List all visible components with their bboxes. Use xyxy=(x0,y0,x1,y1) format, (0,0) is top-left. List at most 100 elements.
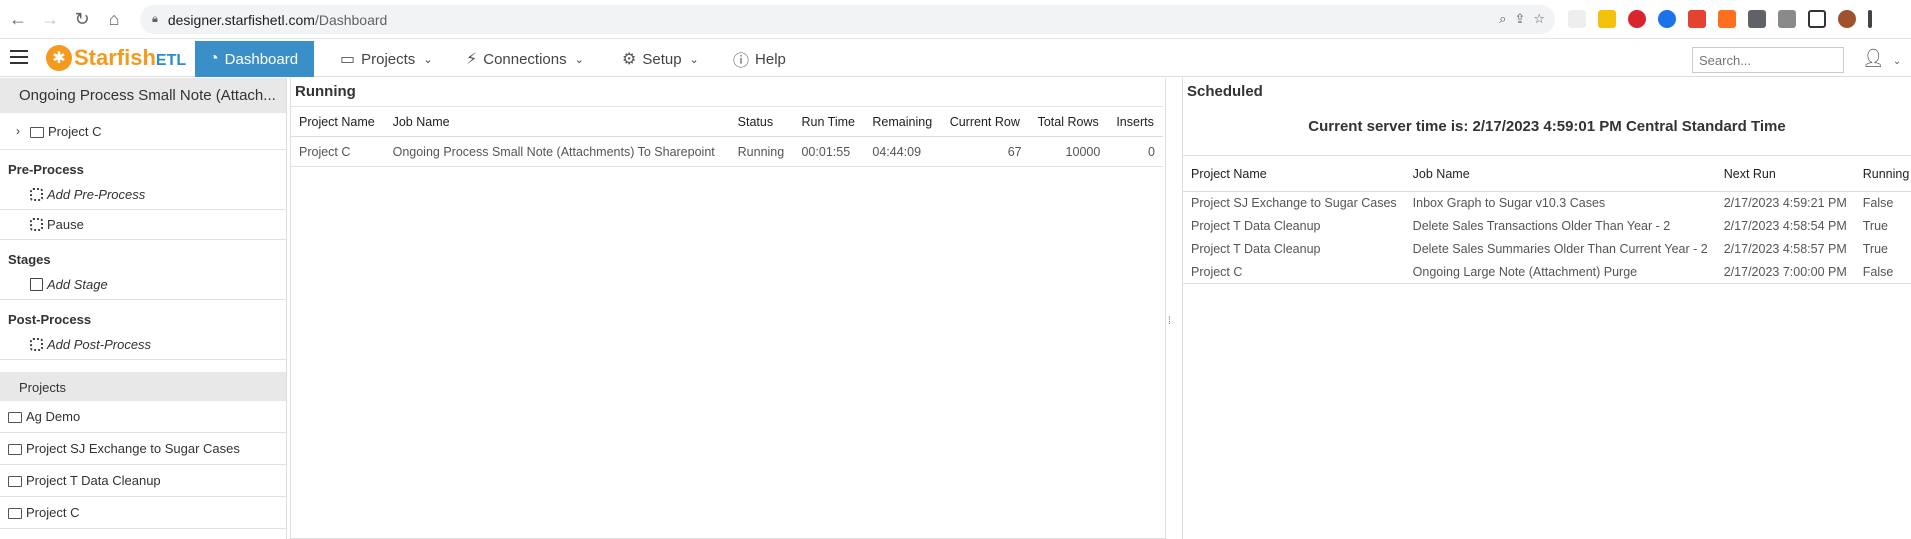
extension-1password-icon[interactable] xyxy=(1658,10,1676,28)
app-header: ✱ StarfishETL ◔ Dashboard ▭ Projects ⌄ ⚡︎ Co… xyxy=(0,39,1911,77)
cell-next-run: 2/17/2023 4:58:57 PM xyxy=(1723,242,1847,256)
cell-running: False xyxy=(1854,260,1911,284)
stage-icon xyxy=(30,278,43,291)
nav-projects[interactable]: ▭ Projects ⌄ xyxy=(340,41,433,77)
running-title: Running xyxy=(295,83,356,100)
cell-current-row: 67 xyxy=(941,136,1030,167)
cell-job-name: Delete Sales Transactions Older Than Yea… xyxy=(1412,219,1671,233)
stages-heading: Stages xyxy=(8,252,51,267)
add-process-icon xyxy=(30,338,43,351)
extension-js-icon[interactable] xyxy=(1568,10,1586,28)
pause-item[interactable]: Pause xyxy=(0,210,286,240)
profile-avatar-icon[interactable] xyxy=(1838,10,1856,28)
nav-help[interactable]: ⓘ Help xyxy=(733,41,786,77)
pause-label: Pause xyxy=(47,217,84,232)
extensions-puzzle-icon[interactable] xyxy=(1748,10,1766,28)
share-icon[interactable]: ⇪ xyxy=(1514,11,1525,27)
column-header[interactable]: Remaining xyxy=(864,106,942,137)
table-row[interactable]: Project C Ongoing Large Note (Attachment… xyxy=(1183,260,1911,284)
project-item[interactable]: Ag Demo xyxy=(0,401,286,433)
extension-yellow-icon[interactable] xyxy=(1598,10,1616,28)
chevron-right-icon[interactable]: › xyxy=(16,124,20,138)
forward-icon[interactable]: → xyxy=(36,5,64,33)
column-header[interactable]: Job Name xyxy=(1404,155,1716,192)
cell-project-name: Project C xyxy=(291,136,385,167)
nav-projects-label: Projects xyxy=(361,50,416,68)
logo-main: Starfish xyxy=(74,45,156,70)
cell-project-name: Project C xyxy=(1183,260,1405,284)
nav-setup[interactable]: ⚙︎ Setup ⌄ xyxy=(622,41,699,77)
bookmark-star-icon[interactable]: ☆ xyxy=(1533,11,1545,27)
nav-dashboard[interactable]: ◔ Dashboard xyxy=(195,41,315,77)
extension-todoist-icon[interactable] xyxy=(1688,10,1706,28)
table-row[interactable]: Project C Ongoing Process Small Note (At… xyxy=(291,136,1163,167)
add-postprocess-button[interactable]: Add Post-Process xyxy=(0,330,286,360)
column-header[interactable]: Run Time xyxy=(793,106,865,137)
url-host: designer.starfishetl.com xyxy=(167,11,315,28)
cell-next-run: 2/17/2023 7:00:00 PM xyxy=(1715,260,1855,284)
project-item-label: Project C xyxy=(26,505,80,520)
zoom-icon[interactable]: ⌕ xyxy=(1499,11,1506,27)
tree-item-project-c[interactable]: › Project C xyxy=(0,113,286,150)
cell-inserts: 0 xyxy=(1108,136,1163,167)
left-sidebar: Ongoing Process Small Note (Attach... › … xyxy=(0,78,287,539)
running-panel: Running Project Name Job Name Status Run… xyxy=(290,78,1166,539)
folder-icon xyxy=(8,476,22,487)
cell-project-name: Project T Data Cleanup xyxy=(1191,219,1321,233)
hamburger-menu-icon[interactable] xyxy=(10,50,28,64)
cell-next-run: 2/17/2023 4:58:54 PM xyxy=(1723,219,1847,233)
user-icon: 👤︎ xyxy=(1862,48,1885,68)
column-header[interactable]: Project Name xyxy=(1183,155,1405,192)
sidebar-job-title: Ongoing Process Small Note (Attach... xyxy=(0,78,286,113)
folder-icon xyxy=(8,508,22,519)
chevron-down-icon: ⌄ xyxy=(1892,56,1902,67)
panel-splitter-handle[interactable]: ⁞ xyxy=(1168,316,1171,327)
nav-connections[interactable]: ⚡︎ Connections ⌄ xyxy=(466,41,584,77)
add-stage-button[interactable]: Add Stage xyxy=(0,270,286,300)
scheduled-panel: Scheduled Current server time is: 2/17/2… xyxy=(1182,78,1911,539)
postprocess-heading: Post-Process xyxy=(8,312,92,327)
folder-icon xyxy=(30,126,44,138)
table-row[interactable]: Project SJ Exchange to Sugar Cases Inbox… xyxy=(1183,192,1911,215)
browser-toolbar: ← → ↻ ⌂ 🔒︎ designer.starfishetl.com/Dash… xyxy=(0,0,1911,39)
home-icon[interactable]: ⌂ xyxy=(100,5,128,33)
media-icon[interactable] xyxy=(1778,10,1796,28)
project-item[interactable]: Project SJ Exchange to Sugar Cases xyxy=(0,433,286,465)
folder-icon xyxy=(8,412,22,423)
column-header[interactable]: Running xyxy=(1854,155,1911,192)
column-header[interactable]: Next Run xyxy=(1715,155,1855,192)
table-row[interactable]: Project T Data Cleanup Delete Sales Tran… xyxy=(1183,215,1911,238)
scheduled-title: Scheduled xyxy=(1187,83,1263,100)
reload-icon[interactable]: ↻ xyxy=(68,5,96,33)
column-header[interactable]: Total Rows xyxy=(1029,106,1109,137)
sidepanel-icon[interactable] xyxy=(1808,10,1826,28)
cell-running: True xyxy=(1862,219,1888,233)
plug-icon: ⚡︎ xyxy=(466,51,478,68)
add-preprocess-button[interactable]: Add Pre-Process xyxy=(0,180,286,210)
project-item[interactable]: Project C xyxy=(0,497,286,529)
column-header[interactable]: Job Name xyxy=(384,106,730,137)
search-input[interactable] xyxy=(1692,47,1844,73)
column-header[interactable]: Status xyxy=(729,106,794,137)
table-header-row: Project Name Job Name Next Run Running xyxy=(1183,155,1911,192)
preprocess-heading: Pre-Process xyxy=(8,162,84,177)
column-header[interactable]: Project Name xyxy=(291,106,385,137)
url-path: /Dashboard xyxy=(314,11,388,28)
tree-item-label: Project C xyxy=(48,123,102,139)
user-menu-button[interactable]: 👤︎ ⌄ xyxy=(1862,48,1901,69)
column-header[interactable]: Current Row xyxy=(941,106,1030,137)
lock-icon: 🔒︎ xyxy=(152,13,158,25)
table-row[interactable]: Project T Data Cleanup Delete Sales Summ… xyxy=(1183,238,1911,261)
back-icon[interactable]: ← xyxy=(4,5,32,33)
extension-abp-icon[interactable] xyxy=(1628,10,1646,28)
column-header[interactable]: Inserts xyxy=(1108,106,1163,137)
cell-job-name: Ongoing Process Small Note (Attachments)… xyxy=(384,136,730,167)
menu-kebab-icon[interactable] xyxy=(1868,10,1872,28)
address-bar[interactable]: 🔒︎ designer.starfishetl.com/Dashboard ⌕ … xyxy=(140,5,1555,34)
project-item-label: Project SJ Exchange to Sugar Cases xyxy=(26,441,240,456)
nav-setup-label: Setup xyxy=(642,50,682,68)
extension-orange-icon[interactable] xyxy=(1718,10,1736,28)
starfish-logo[interactable]: ✱ StarfishETL xyxy=(46,45,186,71)
cell-project-name: Project T Data Cleanup xyxy=(1191,242,1321,256)
project-item[interactable]: Project T Data Cleanup xyxy=(0,465,286,497)
